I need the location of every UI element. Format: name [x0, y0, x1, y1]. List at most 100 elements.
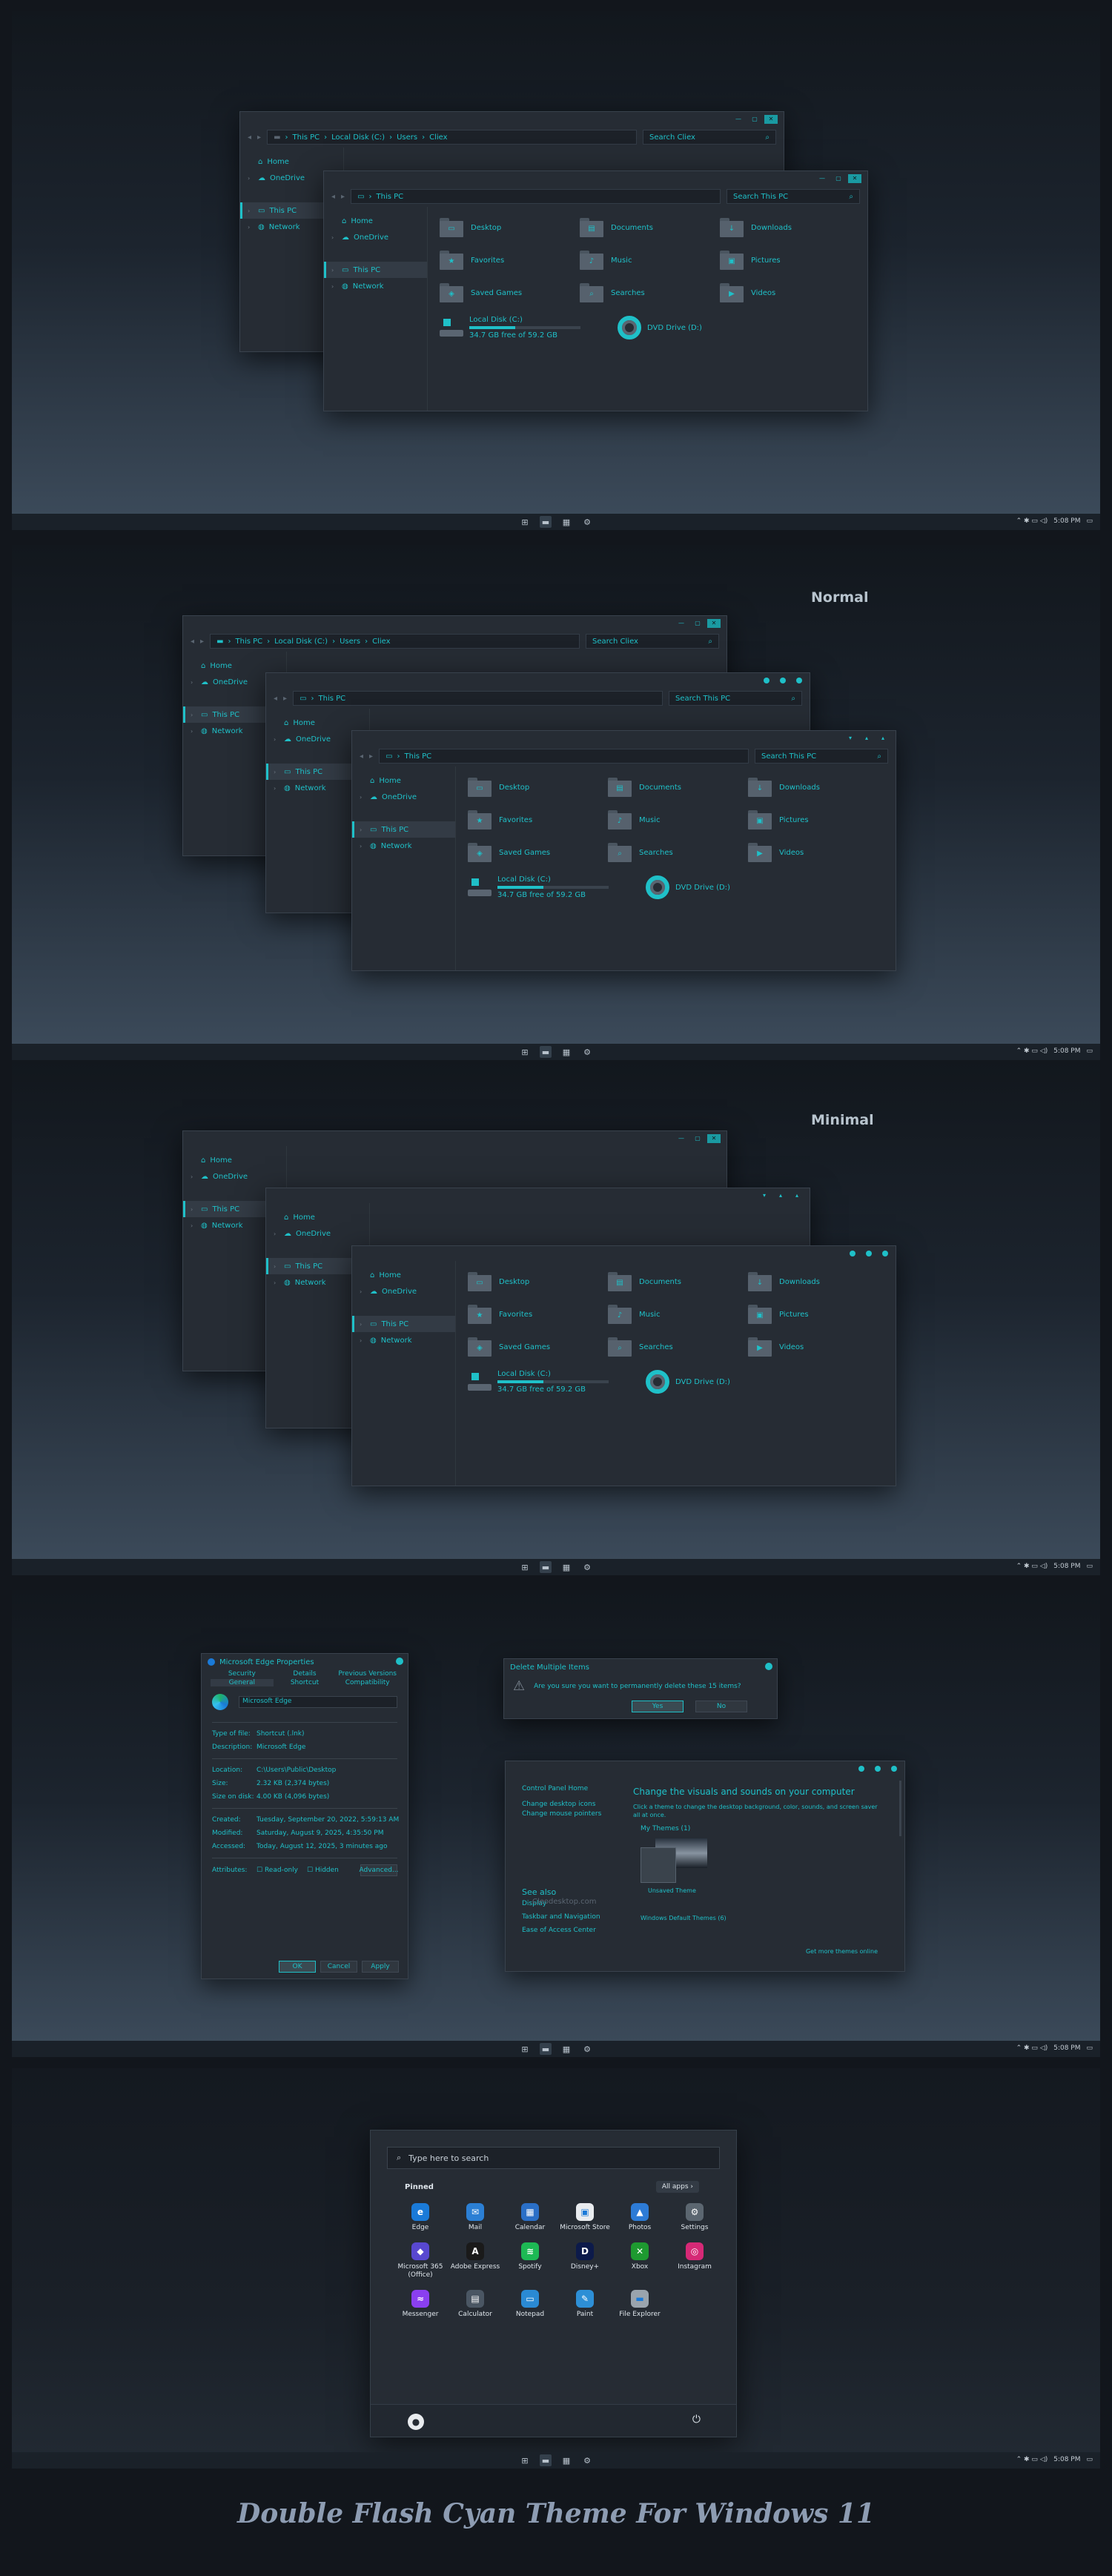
folder-item[interactable]: ▭ Desktop [468, 775, 608, 799]
start-icon[interactable]: ⊞ [519, 1561, 531, 1573]
maximize-button[interactable]: ▢ [691, 1134, 704, 1143]
theme-thumbnail[interactable] [641, 1838, 707, 1883]
back-button[interactable]: ◂ [248, 133, 251, 142]
drive-dvd[interactable]: DVD Drive (D:) [646, 1369, 730, 1394]
pinned-app[interactable]: ✕ Xbox [612, 2242, 667, 2279]
close-button[interactable] [796, 678, 802, 683]
start-icon[interactable]: ⊞ [519, 1046, 531, 1058]
close-button[interactable]: ✕ [848, 174, 861, 183]
file-explorer-icon[interactable]: ▬ [540, 2454, 552, 2466]
close-button[interactable] [765, 1663, 772, 1670]
maximize-button[interactable] [875, 1766, 881, 1772]
sidebar-item-onedrive[interactable]: › ☁ OneDrive [352, 1283, 455, 1299]
sidebar-item-home[interactable]: ⌂ Home [240, 153, 343, 170]
settings-icon[interactable]: ⚙ [581, 1561, 593, 1573]
drive-dvd[interactable]: DVD Drive (D:) [618, 315, 702, 340]
minimize-button[interactable]: — [675, 619, 688, 628]
minimize-button[interactable]: ▾ [844, 734, 857, 743]
start-icon[interactable]: ⊞ [519, 2454, 531, 2466]
tab-details[interactable]: Details [274, 1670, 337, 1678]
calendar-icon[interactable]: ▦ [560, 1561, 572, 1573]
sidebar-item-home[interactable]: ⌂ Home [266, 1209, 369, 1225]
address-bar[interactable]: ▭ › This PC [351, 189, 721, 204]
pinned-app[interactable]: A Adobe Express [448, 2242, 503, 2279]
folder-item[interactable]: ▭ Desktop [440, 216, 580, 239]
back-button[interactable]: ◂ [360, 752, 363, 761]
file-explorer-icon[interactable]: ▬ [540, 2043, 552, 2055]
tab-shortcut[interactable]: Shortcut [274, 1679, 337, 1686]
forward-button[interactable]: ▸ [341, 193, 345, 201]
file-explorer-icon[interactable]: ▬ [540, 516, 552, 528]
back-button[interactable]: ◂ [274, 695, 277, 703]
tab-compatibility[interactable]: Compatibility [336, 1679, 399, 1686]
folder-item[interactable]: ▣ Pictures [748, 1302, 888, 1326]
sidebar-item-network[interactable]: › ◍ Network [324, 278, 427, 294]
maximize-button[interactable] [780, 678, 786, 683]
tab-previous-versions[interactable]: Previous Versions [336, 1670, 399, 1678]
pinned-app[interactable]: ▭ Notepad [503, 2290, 557, 2319]
close-button[interactable] [396, 1658, 403, 1665]
sidebar-item-onedrive[interactable]: › ☁ OneDrive [266, 1225, 369, 1242]
close-button[interactable]: ▴ [876, 734, 890, 743]
folder-item[interactable]: ▤ Documents [608, 1270, 748, 1294]
maximize-button[interactable]: ▢ [691, 619, 704, 628]
maximize-button[interactable]: ▢ [748, 115, 761, 124]
explorer-window-front[interactable]: — ▢ ✕ ◂ ▸ ▭ › This PC Search This PC ⌕ ⌂ Home ›… [323, 170, 868, 411]
sidebar-item-onedrive[interactable]: › ☁ OneDrive [324, 229, 427, 245]
sidebar-item-this-pc[interactable]: › ▭ This PC [324, 262, 427, 278]
minimize-button[interactable]: ▾ [758, 1191, 771, 1200]
settings-icon[interactable]: ⚙ [581, 1046, 593, 1058]
power-icon[interactable]: ⏻ [692, 2414, 701, 2426]
folder-item[interactable]: ▤ Documents [580, 216, 720, 239]
get-more-themes-link[interactable]: Get more themes online [806, 1948, 878, 1955]
sidebar-item-onedrive[interactable]: › ☁ OneDrive [183, 1168, 286, 1185]
minimize-button[interactable] [858, 1766, 864, 1772]
folder-item[interactable]: ◈ Saved Games [440, 281, 580, 305]
folder-item[interactable]: ♪ Music [608, 808, 748, 832]
explorer-window[interactable]: ▾ ▴ ▴ ◂ ▸ ▭ › This PC Search This PC ⌕ ⌂ Home › ☁ OneD… [351, 730, 896, 971]
folder-item[interactable]: ◈ Saved Games [468, 841, 608, 864]
minimize-button[interactable]: — [675, 1134, 688, 1143]
minimize-button[interactable]: — [732, 115, 745, 124]
hidden-checkbox[interactable]: ☐ Hidden [307, 1865, 339, 1875]
advanced-button[interactable]: Advanced... [359, 1864, 399, 1876]
crumb[interactable]: This PC [293, 133, 320, 142]
no-button[interactable]: No [695, 1701, 747, 1712]
sidebar-item-home[interactable]: ⌂ Home [352, 772, 455, 789]
user-avatar-icon[interactable]: ● [408, 2414, 424, 2430]
tab-security[interactable]: Security [211, 1670, 274, 1678]
folder-item[interactable]: ◈ Saved Games [468, 1335, 608, 1359]
folder-item[interactable]: ▭ Desktop [468, 1270, 608, 1294]
crumb[interactable]: This PC [319, 695, 346, 703]
pinned-app[interactable]: ◆ Microsoft 365 (Office) [393, 2242, 448, 2279]
ease-of-access-link[interactable]: Ease of Access Center [522, 1924, 611, 1937]
properties-dialog[interactable]: Microsoft Edge Properties Security Detail… [201, 1653, 408, 1979]
minimize-button[interactable]: — [815, 174, 829, 183]
sidebar-item-home[interactable]: ⌂ Home [324, 213, 427, 229]
folder-item[interactable]: ★ Favorites [440, 248, 580, 272]
crumb[interactable]: Local Disk (C:) [274, 638, 328, 646]
search-input[interactable]: Search This PC ⌕ [755, 749, 888, 764]
folder-item[interactable]: ★ Favorites [468, 808, 608, 832]
name-field[interactable]: Microsoft Edge [239, 1696, 397, 1708]
crumb[interactable]: Users [397, 133, 417, 142]
folder-item[interactable]: ▣ Pictures [748, 808, 888, 832]
mouse-pointers-link[interactable]: Change mouse pointers [522, 1810, 611, 1819]
folder-item[interactable]: ↓ Downloads [720, 216, 860, 239]
crumb[interactable]: Local Disk (C:) [331, 133, 385, 142]
yes-button[interactable]: Yes [632, 1701, 684, 1712]
calendar-icon[interactable]: ▦ [560, 2043, 572, 2055]
desktop-icons-link[interactable]: Change desktop icons [522, 1800, 611, 1810]
crumb[interactable]: Cliex [429, 133, 447, 142]
minimize-button[interactable] [850, 1251, 855, 1256]
close-button[interactable] [891, 1766, 897, 1772]
folder-item[interactable]: ▶ Videos [748, 1335, 888, 1359]
search-input[interactable]: Search Cliex ⌕ [586, 634, 719, 649]
pinned-app[interactable]: e Edge [393, 2203, 448, 2232]
close-button[interactable] [882, 1251, 888, 1256]
folder-item[interactable]: ↓ Downloads [748, 775, 888, 799]
maximize-button[interactable]: ▴ [860, 734, 873, 743]
sidebar-item-network[interactable]: › ◍ Network [352, 1332, 455, 1348]
drive-dvd[interactable]: DVD Drive (D:) [646, 875, 730, 900]
folder-item[interactable]: ▶ Videos [720, 281, 860, 305]
